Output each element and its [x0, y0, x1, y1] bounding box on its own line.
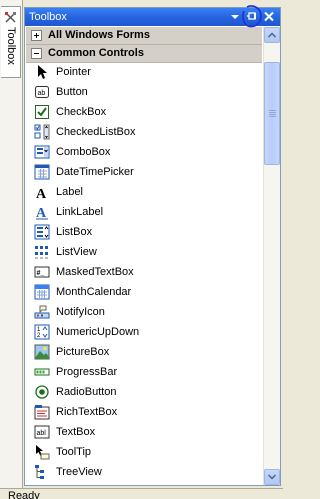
toolbox-item-monthcalendar[interactable]: MonthCalendar — [26, 282, 262, 302]
item-label: ListBox — [56, 226, 93, 238]
textbox-icon: abl — [34, 424, 50, 440]
svg-text:A: A — [36, 187, 47, 200]
close-button[interactable] — [262, 9, 276, 24]
toolbox-panel: Toolbox All Windows Forms Common Control… — [24, 7, 281, 486]
scroll-thumb[interactable] — [264, 62, 280, 165]
toolbox-list: All Windows Forms Common Controls Pointe… — [25, 27, 263, 485]
toolbox-item-radiobutton[interactable]: RadioButton — [26, 382, 262, 402]
pointer-icon — [34, 64, 50, 80]
svg-text:A: A — [36, 206, 47, 220]
item-label: RadioButton — [56, 386, 117, 398]
treeview-icon — [34, 464, 50, 480]
window-position-button[interactable] — [228, 9, 242, 24]
item-label: CheckBox — [56, 106, 107, 118]
toolbox-item-checkbox[interactable]: CheckBox — [26, 102, 262, 122]
item-label: Label — [56, 186, 83, 198]
item-label: Pointer — [56, 66, 91, 78]
thumb-grip — [269, 112, 276, 113]
item-label: PictureBox — [56, 346, 110, 358]
group-header-common-controls[interactable]: Common Controls — [26, 45, 262, 63]
notifyicon-icon — [34, 304, 50, 320]
toolbox-item-treeview[interactable]: TreeView — [26, 462, 262, 482]
scroll-up-button[interactable] — [264, 27, 280, 43]
toolbox-item-tooltip[interactable]: ToolTip — [26, 442, 262, 462]
scroll-down-button[interactable] — [264, 469, 280, 485]
expand-plus-icon[interactable] — [31, 30, 42, 41]
vertical-scrollbar[interactable] — [263, 27, 280, 485]
group-label: All Windows Forms — [48, 29, 150, 41]
toolbox-item-textbox[interactable]: abl TextBox — [26, 422, 262, 442]
toolbox-item-progressbar[interactable]: ProgressBar — [26, 362, 262, 382]
side-tab-label: Toolbox — [5, 27, 17, 65]
tooltip-icon — [34, 444, 50, 460]
close-icon — [264, 11, 274, 22]
toolbox-item-listview[interactable]: ListView — [26, 242, 262, 262]
item-label: ToolTip — [56, 446, 92, 458]
toolbox-side-tab[interactable]: Toolbox — [1, 6, 21, 78]
item-label: ProgressBar — [56, 366, 118, 378]
toolbox-item-linklabel[interactable]: A LinkLabel — [26, 202, 262, 222]
numericupdown-icon: 12 — [34, 324, 50, 340]
group-header-all-windows-forms[interactable]: All Windows Forms — [26, 27, 262, 45]
toolbox-item-label[interactable]: A Label — [26, 182, 262, 202]
item-label: TextBox — [56, 426, 96, 438]
chevron-up-icon — [268, 32, 276, 38]
checkbox-icon — [34, 104, 50, 120]
listview-icon — [34, 244, 50, 260]
svg-text:ab: ab — [38, 90, 46, 97]
item-label: RichTextBox — [56, 406, 118, 418]
item-label: MonthCalendar — [56, 286, 132, 298]
item-label: MaskedTextBox — [56, 266, 134, 278]
item-label: CheckedListBox — [56, 126, 136, 138]
toolbox-item-button[interactable]: ab Button — [26, 82, 262, 102]
item-label: TreeView — [56, 466, 102, 478]
checkedlistbox-icon — [34, 124, 50, 140]
radiobutton-icon — [34, 384, 50, 400]
linklabel-icon: A — [34, 204, 50, 220]
item-label: LinkLabel — [56, 206, 104, 218]
chevron-down-icon — [231, 15, 239, 19]
toolbox-item-pointer[interactable]: Pointer — [26, 62, 262, 82]
combobox-icon — [34, 144, 50, 160]
item-label: Button — [56, 86, 88, 98]
toolbox-item-checkedlistbox[interactable]: CheckedListBox — [26, 122, 262, 142]
progressbar-icon — [34, 364, 50, 380]
toolbox-item-combobox[interactable]: ComboBox — [26, 142, 262, 162]
toolbox-item-datetimepicker[interactable]: DateTimePicker — [26, 162, 262, 182]
toolbox-item-picturebox[interactable]: PictureBox — [26, 342, 262, 362]
toolbox-icon — [4, 11, 17, 24]
toolbox-item-numericupdown[interactable]: 12 NumericUpDown — [26, 322, 262, 342]
item-label: NumericUpDown — [56, 326, 140, 338]
svg-text:abl: abl — [37, 430, 47, 437]
collapse-minus-icon[interactable] — [31, 48, 42, 59]
toolbox-item-notifyicon[interactable]: NotifyIcon — [26, 302, 262, 322]
side-tab-strip: Toolbox — [0, 0, 23, 488]
item-label: ComboBox — [56, 146, 111, 158]
item-label: NotifyIcon — [56, 306, 105, 318]
listbox-icon — [34, 224, 50, 240]
monthcalendar-icon — [34, 284, 50, 300]
label-icon: A — [34, 184, 50, 200]
item-label: DateTimePicker — [56, 166, 134, 178]
richtextbox-icon — [34, 404, 50, 420]
item-label: ListView — [56, 246, 97, 258]
chevron-down-icon — [268, 474, 276, 480]
group-label: Common Controls — [48, 47, 144, 59]
toolbox-item-richtextbox[interactable]: RichTextBox — [26, 402, 262, 422]
button-icon: ab — [34, 84, 50, 100]
thumb-grip — [269, 116, 276, 117]
toolbox-item-listbox[interactable]: ListBox — [26, 222, 262, 242]
thumb-grip — [269, 114, 276, 115]
picturebox-icon — [34, 344, 50, 360]
datetimepicker-icon — [34, 164, 50, 180]
thumb-grip — [269, 110, 276, 111]
status-bar: Ready — [0, 488, 283, 499]
annotation-circle — [242, 5, 262, 28]
toolbox-title: Toolbox — [29, 11, 67, 23]
maskedtextbox-icon: #_ — [34, 264, 50, 280]
toolbox-item-maskedtextbox[interactable]: #_ MaskedTextBox — [26, 262, 262, 282]
svg-text:#_: #_ — [37, 270, 45, 277]
